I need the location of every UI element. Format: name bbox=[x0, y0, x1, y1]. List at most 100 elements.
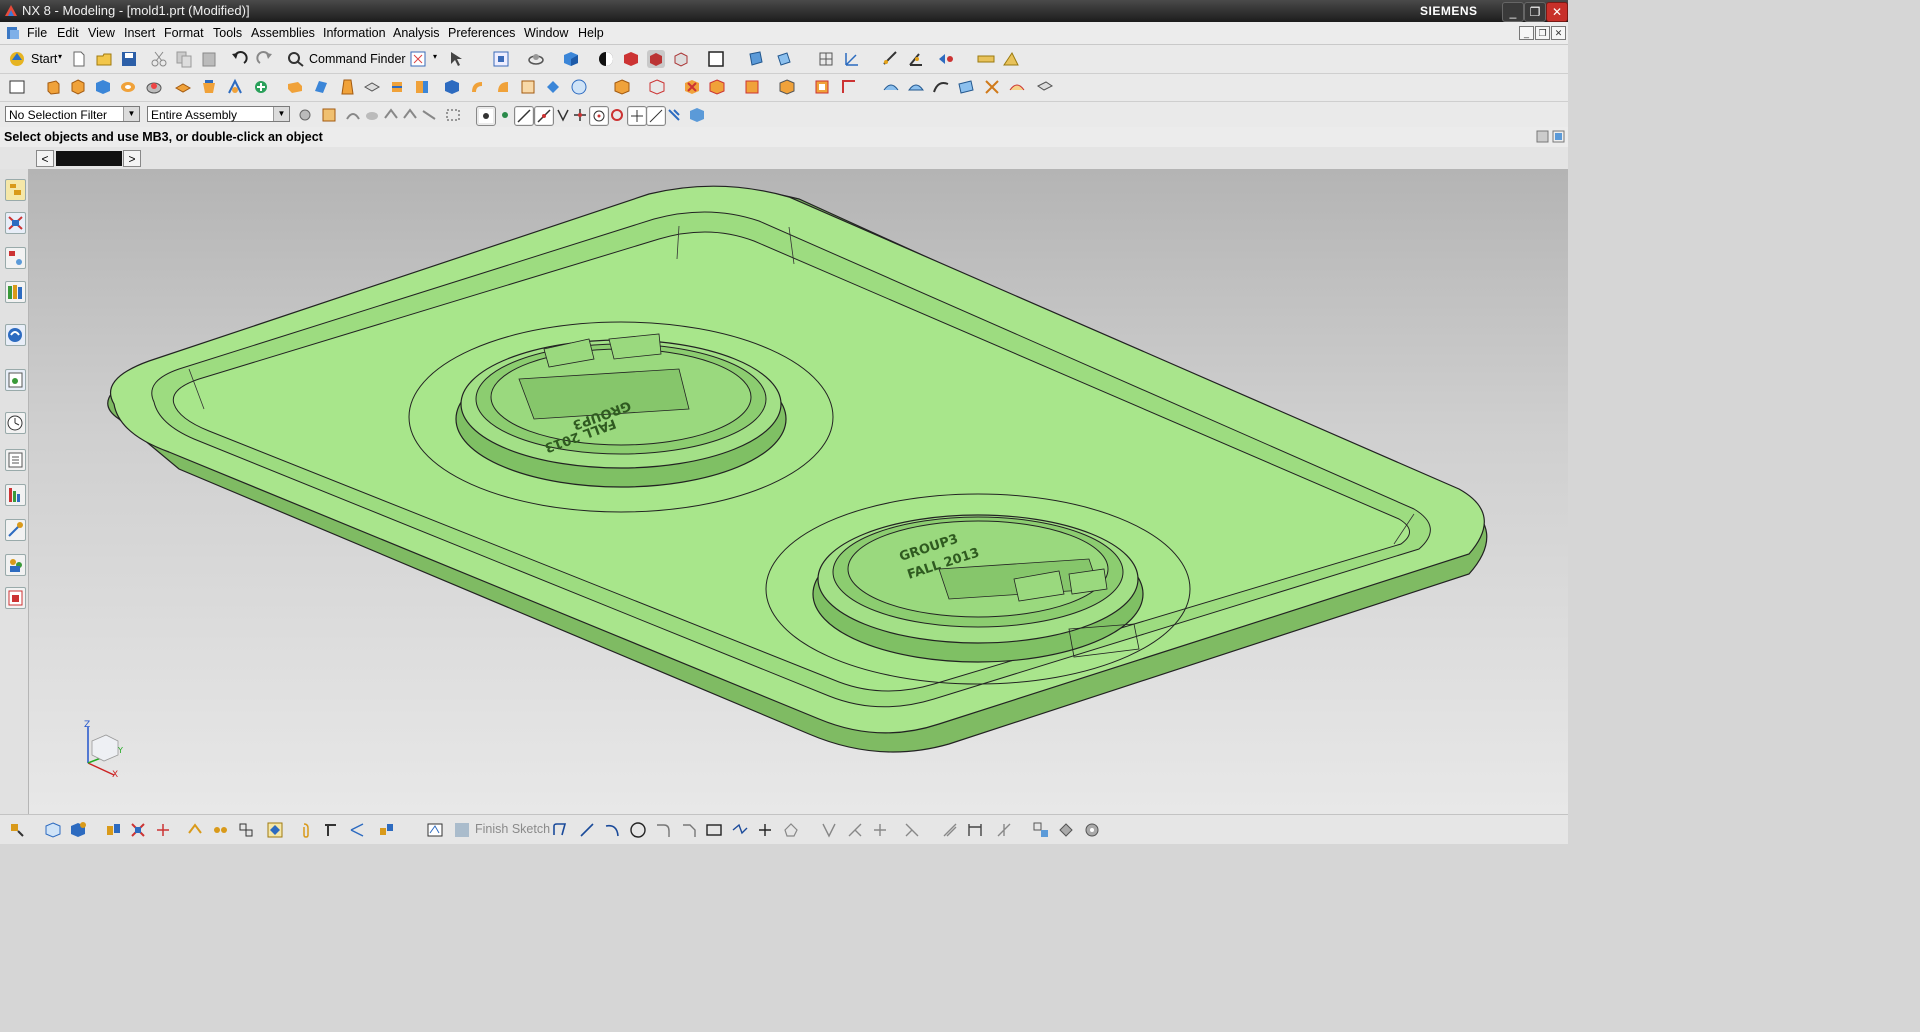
undo-icon[interactable] bbox=[230, 50, 248, 68]
snap-existing-point-icon[interactable] bbox=[688, 106, 706, 124]
draft-icon[interactable] bbox=[338, 78, 356, 96]
boss-icon[interactable] bbox=[145, 78, 163, 96]
sketch-in-task-icon[interactable] bbox=[426, 821, 444, 839]
process-studio-icon[interactable] bbox=[5, 484, 26, 506]
display-constraints-icon[interactable] bbox=[995, 821, 1013, 839]
bounded-plane-icon[interactable] bbox=[957, 78, 975, 96]
command-finder-icon[interactable] bbox=[287, 50, 305, 68]
sketch-settings-icon[interactable] bbox=[1083, 821, 1101, 839]
snap-arc-center-icon[interactable] bbox=[589, 106, 609, 126]
wave-geometry-linker-icon[interactable] bbox=[186, 821, 204, 839]
roles-icon[interactable] bbox=[5, 554, 26, 576]
line-icon[interactable] bbox=[578, 821, 596, 839]
snap-quadrant-icon[interactable] bbox=[608, 106, 626, 124]
tab-next-button[interactable]: > bbox=[123, 150, 141, 167]
assembly-navigator-icon[interactable] bbox=[5, 179, 26, 201]
auto-constrain-icon[interactable] bbox=[941, 821, 959, 839]
split-body-icon[interactable] bbox=[413, 78, 431, 96]
rotate-view-icon[interactable] bbox=[527, 50, 545, 68]
shaded-cube-icon[interactable] bbox=[562, 50, 580, 68]
make-corner-icon[interactable] bbox=[871, 821, 889, 839]
offset-curve-icon[interactable] bbox=[782, 821, 800, 839]
close-button[interactable]: ✕ bbox=[1546, 2, 1568, 22]
paste-icon[interactable] bbox=[200, 50, 218, 68]
history-icon[interactable] bbox=[5, 369, 26, 391]
part-navigator-icon[interactable] bbox=[5, 247, 26, 269]
menu-window[interactable]: Window bbox=[524, 26, 568, 40]
mirror-icon[interactable] bbox=[544, 78, 562, 96]
menu-edit[interactable]: Edit bbox=[57, 26, 79, 40]
profile-icon[interactable] bbox=[552, 821, 570, 839]
fillet-icon[interactable] bbox=[654, 821, 672, 839]
pattern-face-icon[interactable] bbox=[813, 78, 831, 96]
face-rule-icon[interactable] bbox=[363, 106, 381, 124]
extract-geometry-icon[interactable] bbox=[1036, 78, 1054, 96]
arc-icon[interactable] bbox=[603, 821, 621, 839]
chevron-down-icon[interactable]: ▼ bbox=[273, 107, 289, 121]
mold-tray-model[interactable]: GROUP3 FALL 2013 GROUP3 FALL 2013 bbox=[29, 169, 1568, 814]
convert-reference-icon[interactable] bbox=[1032, 821, 1050, 839]
status-icon[interactable] bbox=[1536, 130, 1549, 143]
sphere-icon[interactable] bbox=[570, 78, 588, 96]
section-view-icon[interactable] bbox=[622, 50, 640, 68]
snap-point-on-curve-icon[interactable] bbox=[627, 106, 647, 126]
nx-app-icon[interactable] bbox=[3, 3, 19, 19]
menu-tools[interactable]: Tools bbox=[213, 26, 242, 40]
minimize-button[interactable]: _ bbox=[1502, 2, 1524, 22]
save-icon[interactable] bbox=[120, 50, 138, 68]
revolve-icon[interactable] bbox=[69, 78, 87, 96]
trim-sheet-icon[interactable] bbox=[1008, 78, 1026, 96]
move-component-icon[interactable] bbox=[129, 821, 147, 839]
subtract-icon[interactable] bbox=[468, 78, 486, 96]
measure-angle-icon[interactable] bbox=[907, 50, 925, 68]
sync-model-icon[interactable] bbox=[613, 78, 631, 96]
assembly-cut-icon[interactable] bbox=[237, 821, 255, 839]
through-curve-mesh-icon[interactable] bbox=[907, 78, 925, 96]
emboss-icon[interactable] bbox=[200, 78, 218, 96]
dropdown-icon[interactable]: ▾ bbox=[433, 52, 437, 61]
block-icon[interactable] bbox=[94, 78, 112, 96]
measure-distance-icon[interactable] bbox=[882, 50, 900, 68]
wcs-orient-icon[interactable] bbox=[843, 50, 861, 68]
quick-extend-icon[interactable] bbox=[846, 821, 864, 839]
command-finder-button[interactable]: Command Finder bbox=[309, 52, 406, 66]
web-browser-icon[interactable] bbox=[5, 324, 26, 346]
draft-analysis-icon[interactable] bbox=[1002, 50, 1020, 68]
selection-tools-icon[interactable] bbox=[448, 50, 466, 68]
tab-prev-button[interactable]: < bbox=[36, 150, 54, 167]
snap-point-on-surface-icon[interactable] bbox=[646, 106, 666, 126]
wiring-icon[interactable] bbox=[348, 821, 366, 839]
start-icon[interactable] bbox=[8, 50, 26, 68]
finish-sketch-icon[interactable] bbox=[453, 821, 471, 839]
through-curves-icon[interactable] bbox=[882, 78, 900, 96]
edit-section-icon[interactable] bbox=[647, 50, 665, 68]
chamfer-icon[interactable] bbox=[312, 78, 330, 96]
assembly-constraint-icon[interactable] bbox=[8, 821, 26, 839]
point-icon[interactable] bbox=[756, 821, 774, 839]
move-face-icon[interactable] bbox=[648, 78, 666, 96]
start-button[interactable]: Start bbox=[31, 52, 57, 66]
pad-icon[interactable] bbox=[174, 78, 192, 96]
component-pattern-icon[interactable] bbox=[378, 821, 396, 839]
edge-blend-icon[interactable] bbox=[286, 78, 304, 96]
trim-body-icon[interactable] bbox=[388, 78, 406, 96]
graphics-window[interactable]: GROUP3 FALL 2013 GROUP3 FALL 2013 Z X Y bbox=[29, 169, 1568, 814]
body-rule-icon[interactable] bbox=[382, 106, 400, 124]
clip-icon[interactable] bbox=[297, 821, 315, 839]
mdi-restore-button[interactable]: ❐ bbox=[1535, 26, 1550, 40]
work-layer-icon[interactable] bbox=[747, 50, 765, 68]
copy-icon[interactable] bbox=[175, 50, 193, 68]
manufacturing-wizards-icon[interactable] bbox=[5, 519, 26, 541]
rectangle-icon[interactable] bbox=[705, 821, 723, 839]
selection-filter-dropdown[interactable]: No Selection Filter ▼ bbox=[5, 106, 140, 122]
swept-icon[interactable] bbox=[932, 78, 950, 96]
chevron-down-icon[interactable]: ▼ bbox=[123, 107, 139, 121]
hole-icon[interactable] bbox=[119, 78, 137, 96]
fit-view-icon[interactable] bbox=[492, 50, 510, 68]
clip-section-icon[interactable] bbox=[672, 50, 690, 68]
add-component-icon[interactable] bbox=[44, 821, 62, 839]
snap-line-icon[interactable] bbox=[514, 106, 534, 126]
render-style-icon[interactable] bbox=[597, 50, 615, 68]
menu-format[interactable]: Format bbox=[164, 26, 204, 40]
menu-preferences[interactable]: Preferences bbox=[448, 26, 515, 40]
